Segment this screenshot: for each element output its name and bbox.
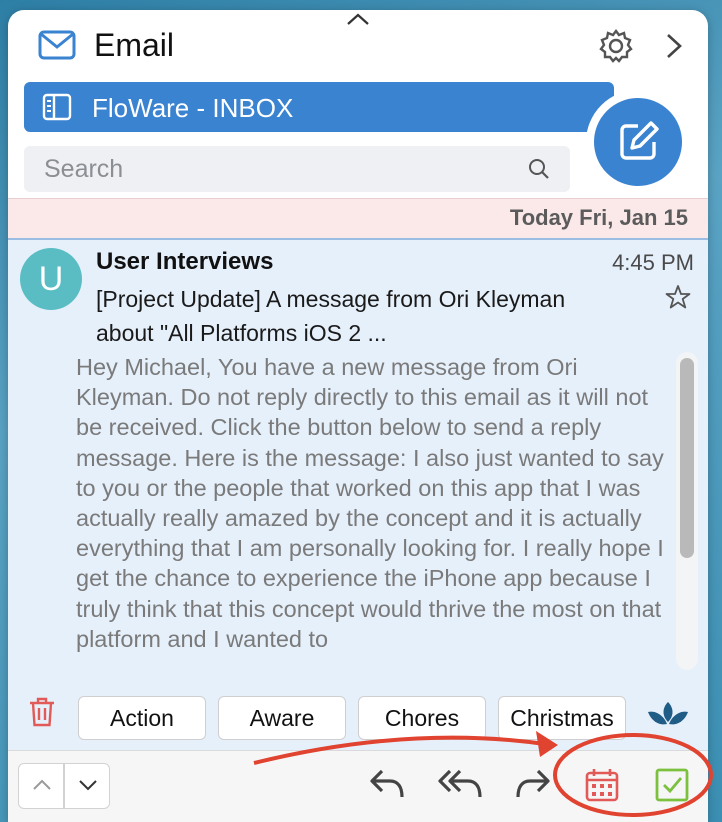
date-label: Today Fri, Jan 15 (509, 205, 688, 230)
date-section-header: Today Fri, Jan 15 (8, 198, 708, 238)
mail-icon (38, 30, 76, 60)
email-preview: Hey Michael, You have a new message from… (76, 354, 664, 652)
search-bar (24, 146, 570, 192)
chevron-up-icon (33, 779, 51, 790)
app-title: Email (94, 27, 175, 63)
avatar: U (20, 248, 82, 310)
header: Email (8, 10, 708, 82)
tag-action[interactable]: Action (78, 696, 206, 740)
email-item[interactable]: U User Interviews 4:45 PM [Project Updat… (8, 238, 708, 750)
next-email-button[interactable] (64, 763, 110, 809)
compose-button[interactable] (586, 90, 690, 194)
email-subject: [Project Update] A message from Ori Kley… (96, 286, 566, 346)
chevron-right-icon[interactable] (664, 32, 684, 60)
inbox-label: FloWare - INBOX (92, 93, 294, 123)
preview-scrollbar[interactable] (676, 352, 698, 670)
search-icon[interactable] (528, 158, 550, 180)
chevron-down-icon (79, 780, 97, 791)
scrollbar-thumb[interactable] (680, 358, 694, 558)
chevron-up-icon[interactable] (346, 12, 370, 26)
trash-icon[interactable] (28, 696, 56, 728)
inbox-selector[interactable]: FloWare - INBOX (24, 82, 614, 132)
email-time: 4:45 PM (612, 250, 694, 275)
previous-email-button[interactable] (18, 763, 64, 809)
email-preview-container: Hey Michael, You have a new message from… (76, 352, 676, 670)
star-icon[interactable] (665, 284, 691, 310)
annotation-arrow-icon (253, 731, 558, 765)
compose-icon (620, 121, 659, 160)
email-window: Email FloWare - INBOX Search Today Fri, … (8, 10, 708, 822)
gear-icon[interactable] (598, 28, 634, 64)
annotation-circle-icon (553, 733, 713, 817)
leaf-icon[interactable] (646, 700, 690, 728)
search-input[interactable] (24, 146, 524, 192)
sender-name: User Interviews (96, 248, 274, 275)
sidebar-toggle-icon (42, 93, 72, 121)
